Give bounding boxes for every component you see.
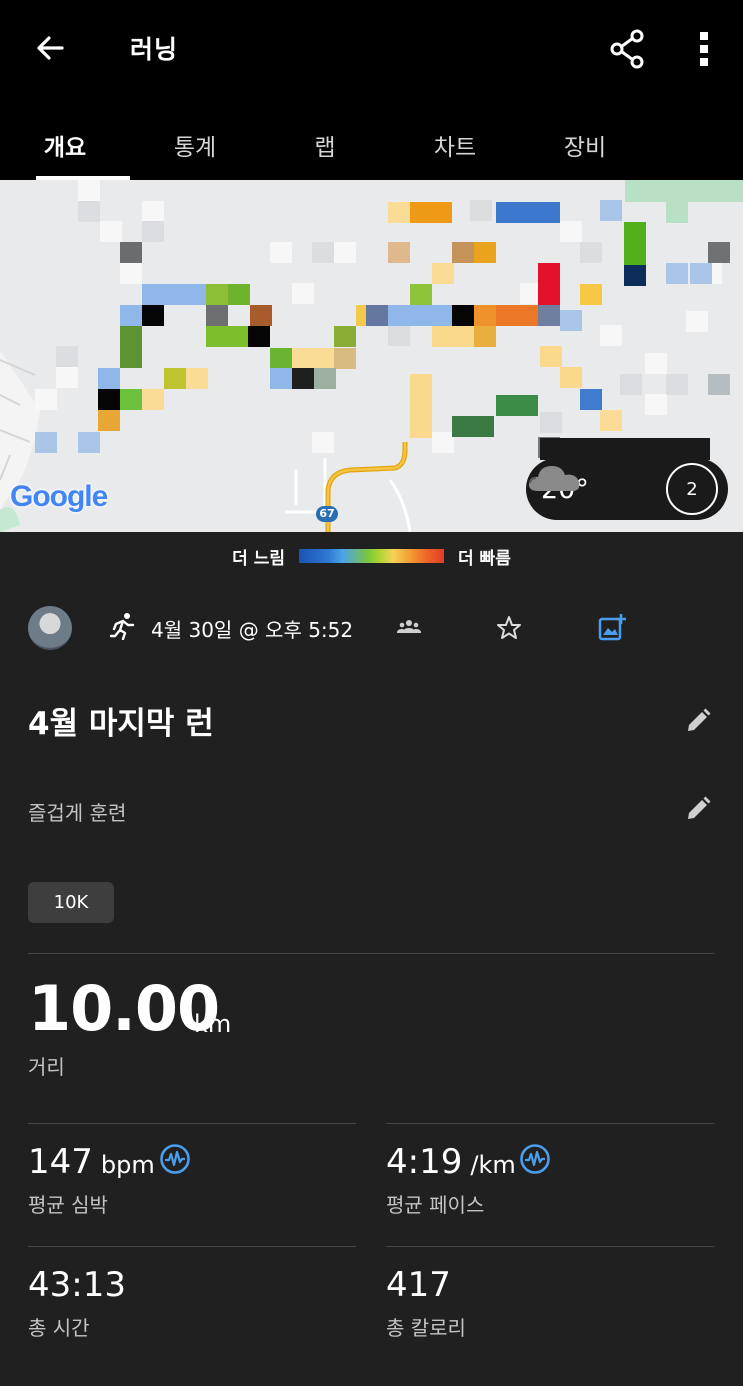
avatar[interactable] (28, 606, 72, 650)
activity-description: 즐겁게 훈련 (28, 801, 127, 825)
heart-rate-chart-icon[interactable] (159, 1143, 191, 1179)
back-arrow-icon[interactable] (28, 26, 72, 70)
tab-charts[interactable]: 차트 (390, 112, 520, 180)
tab-gear[interactable]: 장비 (520, 112, 650, 180)
avg-pace-value: 4:19 (386, 1142, 463, 1182)
road-number: 67 (319, 507, 335, 520)
activity-tag-chip[interactable]: 10K (28, 882, 114, 923)
divider (386, 1246, 714, 1247)
avg-pace-unit: /km (470, 1151, 516, 1179)
avg-heart-rate-value: 147 (28, 1142, 93, 1182)
legend-fast-label: 더 빠름 (458, 548, 511, 569)
divider (28, 1123, 356, 1124)
tab-overview[interactable]: 개요 (0, 112, 130, 180)
avg-heart-rate-unit: bpm (100, 1151, 155, 1179)
activity-info-row: 4월 30일 @ 오후 5:52 (28, 604, 718, 654)
more-options-icon[interactable] (686, 26, 722, 72)
tab-stats[interactable]: 통계 (130, 112, 260, 180)
avg-heart-rate-label: 평균 심박 (28, 1193, 108, 1217)
tab-laps[interactable]: 랩 (260, 112, 390, 180)
activity-name: 4월 마지막 런 (28, 706, 214, 742)
weather-badge: 20° 2 (526, 458, 728, 520)
calories-label: 총 칼로리 (386, 1316, 466, 1340)
distance-value: 10.00 (28, 972, 220, 1045)
group-icon[interactable] (397, 618, 421, 640)
wind-indicator: 2 (666, 463, 718, 515)
pace-chart-icon[interactable] (519, 1143, 551, 1179)
divider (28, 1246, 356, 1247)
google-logo: Google (10, 480, 108, 513)
avg-pace-label: 평균 페이스 (386, 1193, 485, 1217)
wind-speed: 2 (686, 478, 698, 500)
distance-label: 거리 (28, 1055, 65, 1079)
tab-bar: 개요 통계 랩 차트 장비 (0, 112, 743, 180)
calories-value: 417 (386, 1265, 451, 1305)
avg-pace: 4:19/km (386, 1142, 516, 1182)
pace-legend: 더 느림 더 빠름 (0, 532, 743, 580)
divider (386, 1123, 714, 1124)
distance-unit: km (194, 1010, 232, 1038)
total-time-label: 총 시간 (28, 1316, 90, 1340)
star-icon[interactable] (496, 615, 522, 645)
add-photo-icon[interactable] (598, 613, 626, 645)
activity-date: 4월 30일 @ 오후 5:52 (151, 618, 354, 642)
route-map[interactable]: 67 Google 20° 2 (0, 180, 743, 532)
avg-heart-rate: 147 bpm (28, 1142, 155, 1182)
divider (28, 953, 714, 954)
total-time-value: 43:13 (28, 1265, 126, 1305)
running-icon (109, 612, 136, 644)
edit-name-icon[interactable] (684, 707, 712, 739)
app-header: 러닝 개요 통계 랩 차트 장비 (0, 0, 743, 180)
legend-slow-label: 더 느림 (232, 548, 285, 569)
pace-gradient-bar (299, 549, 444, 563)
share-icon[interactable] (604, 26, 650, 72)
page-title: 러닝 (130, 35, 179, 64)
edit-description-icon[interactable] (684, 795, 712, 827)
